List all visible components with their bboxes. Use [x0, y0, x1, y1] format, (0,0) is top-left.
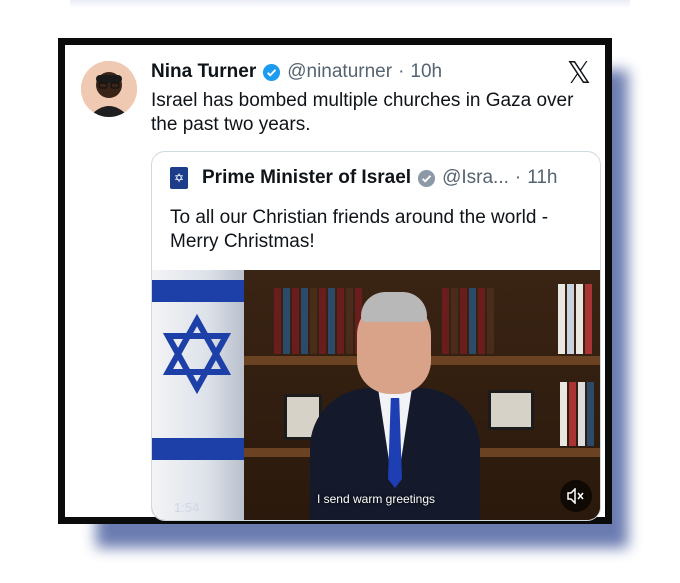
quoted-time-separator: ·	[514, 167, 522, 188]
book-row	[274, 288, 362, 354]
time-separator: ·	[398, 61, 405, 82]
quoted-tweet-text: To all our Christian friends around the …	[170, 207, 549, 252]
quoted-post-time[interactable]: 11h	[527, 167, 557, 189]
verified-badge-icon	[417, 169, 436, 188]
x-logo-icon[interactable]: 𝕏	[567, 59, 591, 89]
author-name[interactable]: Nina Turner	[151, 61, 256, 83]
top-divider	[70, 0, 630, 8]
quoted-author-row: ✡ Prime Minister of Israel @Isra... · 11…	[170, 166, 558, 190]
quoted-tweet[interactable]: ✡ Prime Minister of Israel @Isra... · 11…	[151, 151, 601, 521]
verified-badge-icon	[262, 63, 281, 82]
speaker-hair	[361, 292, 427, 322]
tweet-text: Israel has bombed multiple churches in G…	[151, 90, 574, 135]
book-row	[558, 284, 592, 354]
israel-flag	[152, 270, 244, 520]
video-player[interactable]: I send warm greetings 1:54	[152, 270, 600, 520]
volume-muted-icon[interactable]	[560, 480, 592, 512]
post-time[interactable]: 10h	[410, 61, 442, 83]
book-row	[442, 288, 494, 354]
israel-emblem-icon: ✡	[170, 167, 188, 189]
book-row	[560, 382, 594, 446]
author-avatar[interactable]	[81, 61, 137, 117]
quoted-author-handle[interactable]: @Isra...	[442, 167, 509, 189]
photo-frame	[488, 390, 534, 430]
tweet-card: Nina Turner @ninaturner · 10h 𝕏 Israel h…	[58, 38, 612, 524]
author-row: Nina Turner @ninaturner · 10h	[151, 61, 442, 83]
author-handle[interactable]: @ninaturner	[287, 61, 392, 83]
quoted-author-name[interactable]: Prime Minister of Israel	[202, 167, 411, 189]
video-caption: I send warm greetings	[316, 492, 436, 506]
video-duration: 1:54	[174, 500, 200, 515]
